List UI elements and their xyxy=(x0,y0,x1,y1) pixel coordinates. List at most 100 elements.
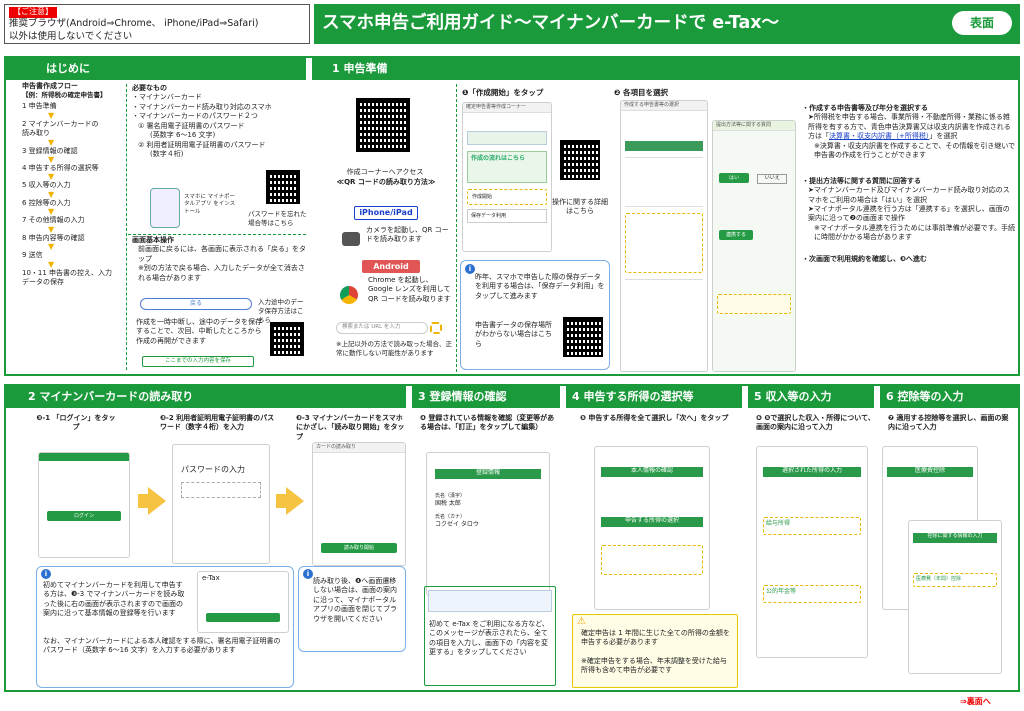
kana-label: 氏名（カナ） xyxy=(435,513,466,520)
read-start-button[interactable]: 読み取り開始 xyxy=(321,543,397,553)
phone-screen-pw: パスワードの入力 xyxy=(172,444,270,564)
warn-text1: 確定申告は 1 年間に生じた全ての所得の金額を申告する必要があります xyxy=(581,629,730,647)
b2-head: ・提出方法等に関する質問に回答する xyxy=(802,176,921,185)
caution-line2: 以外は使用しないでください xyxy=(9,30,133,42)
step5-label: ❺ 申告する所得を全て選択し「次へ」をタップ xyxy=(580,414,729,422)
flow-arrow-icon: ▼ xyxy=(48,189,55,199)
qr-code-icon[interactable] xyxy=(270,322,304,356)
step7-label: ❼ 適用する控除等を選択し、画面の案内に沿って入力 xyxy=(888,414,1009,432)
detail-caption: 操作に関する詳細はこちら xyxy=(552,198,608,216)
card-title: 2 マイナンバーカードの読み取り xyxy=(28,390,194,403)
arrow-icon xyxy=(286,487,304,515)
no-button[interactable]: いいえ xyxy=(757,174,788,184)
flow-step-9: 9 送信 xyxy=(22,251,43,260)
qr-code-icon[interactable] xyxy=(563,317,603,357)
need-item: ・マイナンバーカード読み取り対応のスマホ xyxy=(132,102,272,111)
lens-icon[interactable] xyxy=(430,322,442,334)
saved-data-button[interactable]: 保存データ利用 xyxy=(467,209,547,223)
caution-line1: 推奨ブラウザ(Android⇒Chrome、 iPhone/iPad⇒Safar… xyxy=(9,17,259,29)
qr-caption2: ≪QR コードの読み取り方法≫ xyxy=(336,178,436,186)
flow-step-3: 3 登録情報の確認 xyxy=(22,146,78,155)
prep-title: 1 申告準備 xyxy=(332,62,388,75)
qr-code-icon[interactable] xyxy=(356,98,410,152)
flow-step-10: 10・11 申告書の控え、入力データの保存 xyxy=(22,268,113,287)
page-title: スマホ申告ご利用ガイド～マイナンバーカードで e-Tax～ 表面 xyxy=(314,4,1020,44)
chrome-icon xyxy=(340,286,358,304)
income-title-bar: 4 申告する所得の選択等 xyxy=(566,386,742,408)
b2-note: ※マイナポータル連携を行うためには事前準備が必要です。手続に時間がかかる場合があ… xyxy=(814,223,1016,242)
pw-boxes[interactable] xyxy=(181,481,261,498)
reg-info-header: 登録情報 xyxy=(435,469,541,479)
b2-item1: ➤マイナンバーカード及びマイナンバーカード読み取り対応のスマホをご利用の場合は「… xyxy=(808,186,1010,204)
side-badge: 表面 xyxy=(952,11,1012,35)
next-page-link[interactable]: ⇒裏面へ xyxy=(960,697,991,708)
phone-header: カードの読み取り xyxy=(313,443,405,453)
flow-arrow-icon: ▼ xyxy=(48,110,55,120)
rev-header: 選択された所得の入力 xyxy=(763,467,861,477)
flow-arrow-icon: ▼ xyxy=(48,259,55,269)
intro-title: はじめに xyxy=(46,62,90,75)
flow-step-7: 7 その他情報の入力 xyxy=(22,216,85,225)
card-info-box: i 初めてマイナンバーカードを利用して申告する方は、❸-3 でマイナンバーカード… xyxy=(36,566,294,688)
connect-button[interactable]: 連携する xyxy=(719,230,753,240)
step1-label: ❶「作成開始」をタップ xyxy=(462,88,544,97)
need-pw2: ② 利用者証明用電子証明書のパスワード xyxy=(138,140,266,149)
flow-arrow-icon: ▼ xyxy=(48,224,55,234)
pw-forgot-link[interactable]: パスワードを忘れた場合等はこちら xyxy=(248,210,308,228)
divider xyxy=(456,84,457,372)
ded-item[interactable]: 医療費（年間）控除 xyxy=(913,573,997,587)
divider xyxy=(128,234,306,235)
step4-label: ❹ 登録されている情報を確認（変更等がある場合は、「訂正」をタップして編集） xyxy=(420,414,555,432)
pw-input-title: パスワードの入力 xyxy=(181,465,245,474)
b3-text: ・次画面で利用規約を確認し、❸へ進む xyxy=(802,254,927,263)
need-pw1-note: (英数字 6～16 文字) xyxy=(150,131,216,140)
iphone-label: iPhone/iPad xyxy=(354,206,418,220)
salary-item[interactable]: 給与所得 xyxy=(763,517,861,535)
save-button[interactable]: ここまでの入力内容を保存 xyxy=(142,356,254,367)
start-button[interactable]: 作成開始 xyxy=(467,189,547,205)
back-button[interactable]: 戻る xyxy=(140,298,252,310)
reg-info-text: 初めて e-Tax をご利用になる方など、このメッセージが表示されたら、全ての項… xyxy=(429,620,549,657)
b1-note: ※決算書・収支内訳書を作成することで、その情報を引き継いで申告書の作成を行うこと… xyxy=(814,141,1016,160)
qr-caption1: 作成コーナーへアクセス xyxy=(346,168,424,176)
b1-link[interactable]: 決算書・収支内訳書（+所得税） xyxy=(829,132,929,140)
android-text: Chrome を起動し、Google レンズを利用して QR コードを読み取りま… xyxy=(368,276,451,303)
step6-label: ❻ ❺で選択した収入・所得について、画面の案内に沿って入力 xyxy=(756,414,875,432)
pension-item[interactable]: 公的年金等 xyxy=(763,585,861,603)
save-info-text: 昨年、スマホで申告した際の保存データを利用する場合は、「保存データ利用」をタップ… xyxy=(475,273,605,300)
rev-title: 5 収入等の入力 xyxy=(754,390,832,403)
android-label: Android xyxy=(362,260,420,273)
card-title-bar: 2 マイナンバーカードの読み取り xyxy=(6,386,406,408)
yes-button[interactable]: はい xyxy=(719,173,749,183)
flow-banner[interactable]: 作成の流れはこちら xyxy=(467,151,547,183)
flow-step-5: 5 収入等の入力 xyxy=(22,181,71,190)
intro-title-bar: はじめに xyxy=(6,58,306,80)
need-item: ・マイナンバーカードのパスワード２つ xyxy=(132,112,258,121)
phone-screen-etax: e-Tax xyxy=(197,571,289,633)
save-info-box: i 昨年、スマホで申告した際の保存データを利用する場合は、「保存データ利用」をタ… xyxy=(460,260,610,370)
needs-block: 必要なもの ・マイナンバーカード ・マイナンバーカード読み取り対応のスマホ ・マ… xyxy=(132,84,304,160)
arrow-icon xyxy=(148,487,166,515)
save-location-text: 申告書データの保存場所がわからない場合はこちら xyxy=(475,321,552,348)
kana-value: コクゼイ タロウ xyxy=(435,520,479,528)
prep-title-bar: 1 申告準備 xyxy=(312,58,1018,80)
basic-text2: ※別の方法で戻る場合、入力したデータが全て消去される場合があります xyxy=(138,264,305,282)
qr-code-icon[interactable] xyxy=(560,140,600,180)
basic-text3: 作成を一時中断し、途中のデータを保存することで、次回、中断したところから作成の再… xyxy=(136,318,262,345)
qr-code-icon[interactable] xyxy=(266,170,300,204)
info-icon: i xyxy=(41,569,51,579)
name-label: 氏名（漢字） xyxy=(435,493,466,499)
rev-title-bar: 5 収入等の入力 xyxy=(748,386,874,408)
step3-3-label: ❸-3 マイナンバーカードをスマホにかざし、「読み取り開始」をタップ xyxy=(296,414,405,441)
info-icon: i xyxy=(465,264,475,274)
income-warn-box: ⚠ 確定申告は 1 年間に生じた全ての所得の金額を申告する必要があります ※確定… xyxy=(572,614,738,688)
step3-2-label: ❸-2 利用者証明用電子証明書のパスワード（数字４桁）を入力 xyxy=(160,414,275,432)
caution-label: 【ご注意】 xyxy=(9,7,57,18)
need-pw2-note: (数字４桁) xyxy=(150,150,184,159)
login-button[interactable]: ログイン xyxy=(47,511,121,521)
search-input[interactable]: 検索または URL を入力 xyxy=(336,322,428,334)
flow-column: 申告書作成フロー 【例：所得税の確定申告書】 1 申告準備 ▼ 2 マイナンバーカ… xyxy=(22,82,124,372)
etax-label: e-Tax xyxy=(202,574,220,582)
divider xyxy=(126,84,127,370)
info-icon: i xyxy=(303,569,313,579)
